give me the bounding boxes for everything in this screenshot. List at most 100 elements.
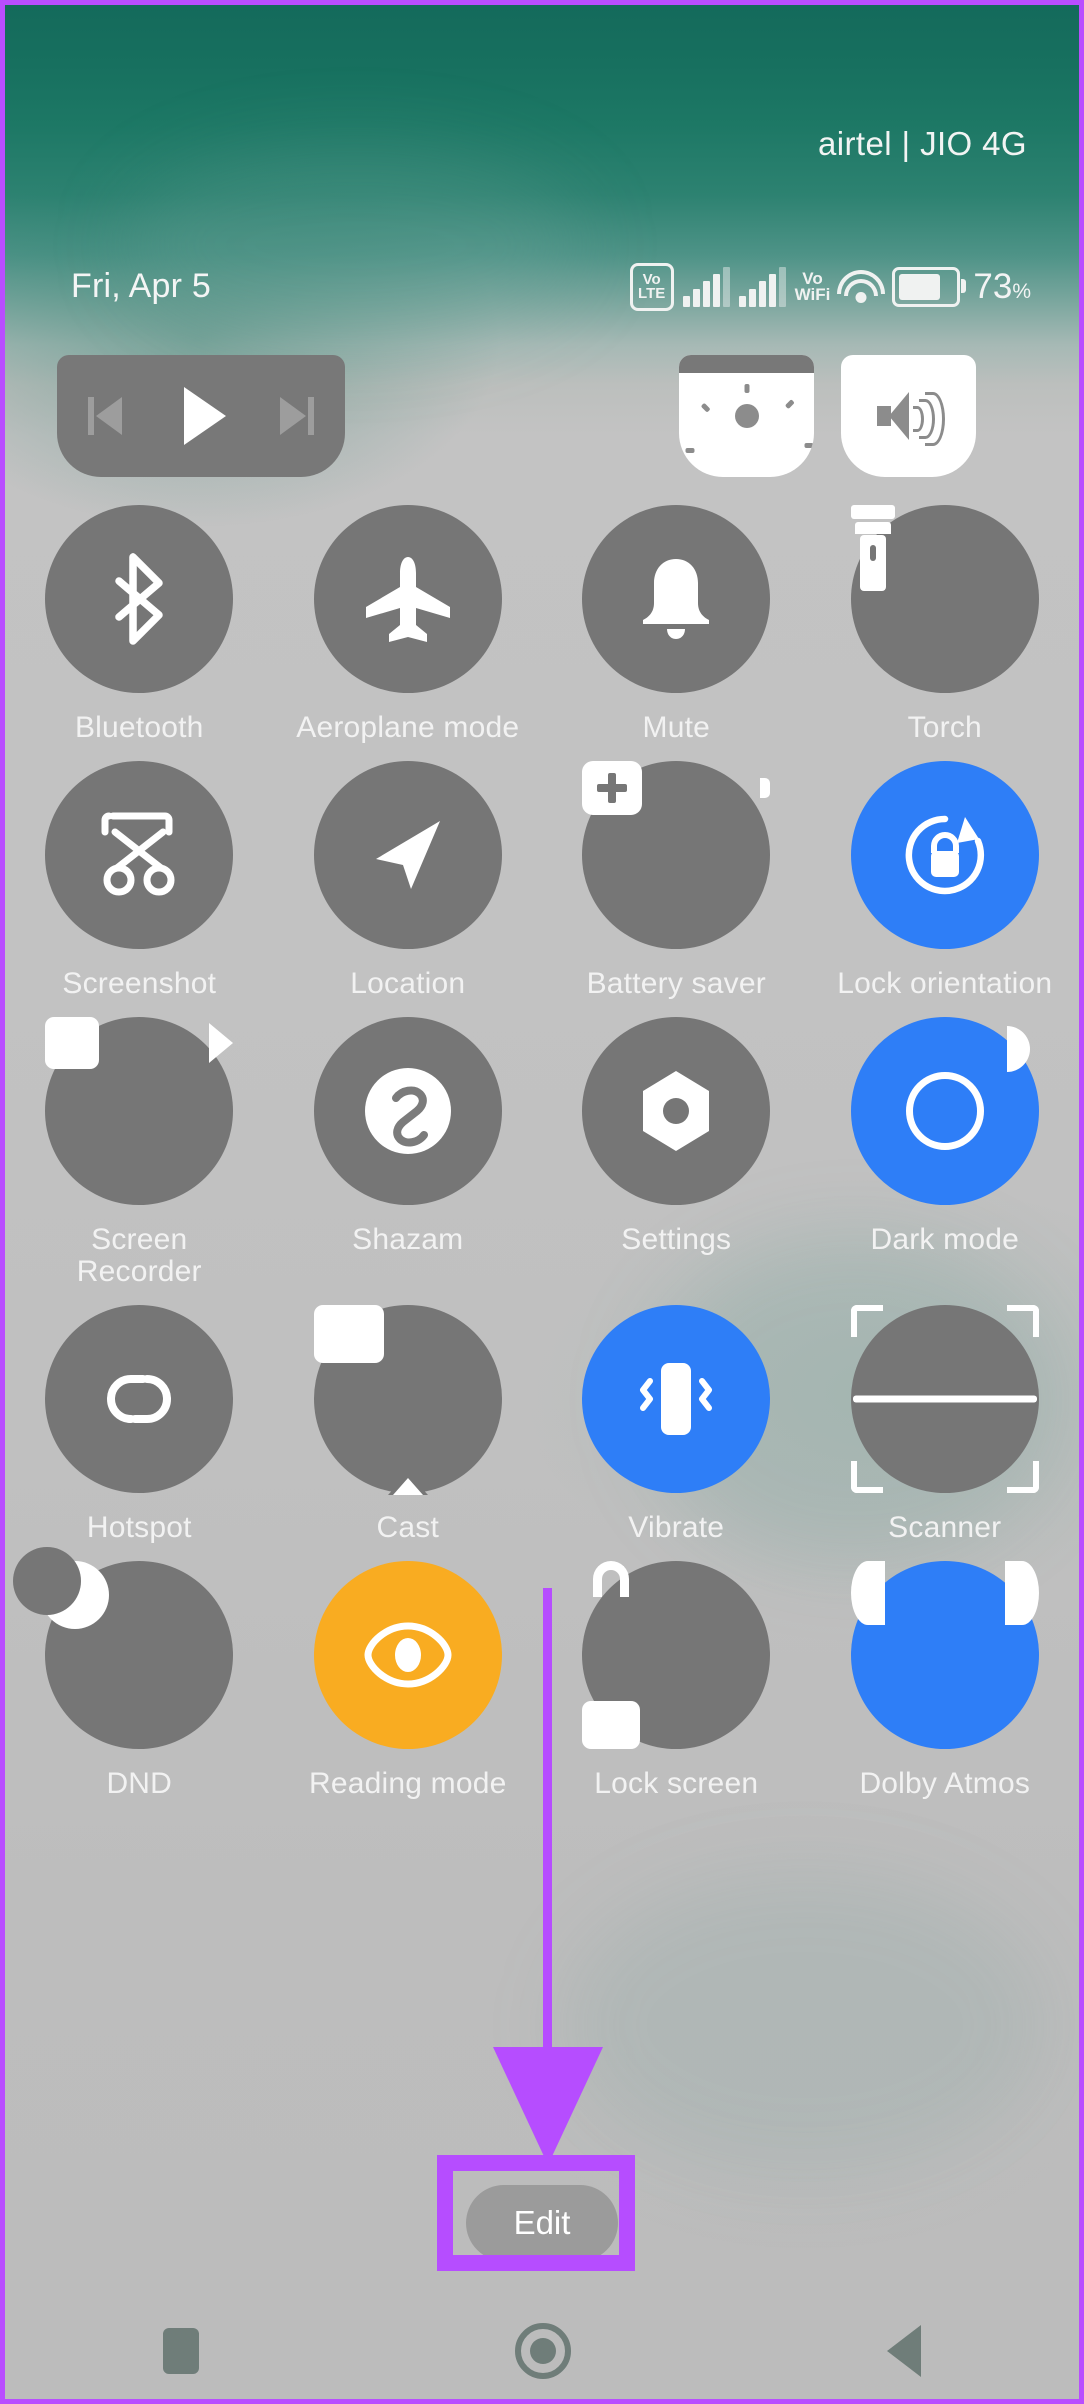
tile-label: Reading mode	[308, 1767, 507, 1801]
tile-torch[interactable]: Torch	[832, 505, 1058, 744]
volte-icon: Vo LTE	[629, 263, 674, 311]
signal-bars-sim2-icon	[738, 267, 786, 307]
tile-icon-circle	[582, 1561, 771, 1750]
date-label: Fri, Apr 5	[71, 267, 211, 305]
signal-bars-sim1-icon	[682, 267, 730, 307]
scissors-icon	[101, 812, 175, 896]
padlock-icon	[582, 1561, 705, 1750]
volume-slider[interactable]	[841, 355, 976, 477]
tile-label: Screenshot	[62, 967, 217, 1001]
speaker-icon	[876, 390, 945, 446]
system-icons: Vo LTE Vo WiFi 73%	[629, 263, 1031, 311]
tile-lock-screen[interactable]: Lock screen	[563, 1561, 789, 1800]
tile-dark-mode[interactable]: Dark mode	[832, 1017, 1058, 1288]
tile-reading-mode[interactable]: Reading mode	[295, 1561, 521, 1800]
annotation-arrow-shaft	[543, 1588, 552, 2058]
torch-icon	[850, 505, 967, 642]
tile-label: Lock screen	[594, 1767, 759, 1801]
tile-dolby-atmos[interactable]: Dolby Atmos	[832, 1561, 1058, 1800]
next-track-icon	[280, 397, 314, 435]
tile-label: Screen Recorder	[76, 1223, 202, 1289]
top-controls-row	[57, 355, 1037, 477]
gear-icon	[643, 1071, 710, 1152]
tile-scanner[interactable]: Scanner	[832, 1305, 1058, 1544]
tile-row: DND Reading mode Lock screen Dolby Atmos	[5, 1547, 1079, 1801]
tile-row: Screen Recorder Shazam Settings Dark mod…	[5, 1017, 1079, 1288]
tile-icon-circle	[850, 1017, 1039, 1206]
battery-percent-label: 73%	[973, 267, 1031, 306]
tile-icon-circle	[45, 1305, 234, 1494]
shazam-icon	[364, 1068, 451, 1155]
moon-icon	[13, 1547, 175, 1693]
bluetooth-icon	[115, 553, 163, 645]
tile-label: Battery saver	[586, 967, 766, 1001]
tile-screen-recorder[interactable]: Screen Recorder	[26, 1017, 252, 1288]
dolby-icon	[850, 1561, 1039, 1687]
tile-icon-circle	[313, 1561, 502, 1750]
bell-icon	[643, 559, 710, 639]
quick-settings-grid: Bluetooth Aeroplane mode Mute Torch Scre…	[5, 505, 1079, 1818]
battery-icon	[892, 267, 967, 307]
tile-icon-circle	[582, 505, 771, 693]
eye-icon	[364, 1622, 452, 1688]
previous-track-button[interactable]	[75, 387, 135, 445]
tile-aeroplane-mode[interactable]: Aeroplane mode	[295, 505, 521, 744]
status-bar: Fri, Apr 5 Vo LTE Vo WiFi 73%	[5, 263, 1079, 323]
recents-button[interactable]	[163, 2328, 199, 2374]
tile-lock-orientation[interactable]: Lock orientation	[832, 761, 1058, 1000]
tile-label: Lock orientation	[837, 967, 1053, 1001]
navigation-arrow-icon	[375, 821, 440, 890]
tile-hotspot[interactable]: Hotspot	[26, 1305, 252, 1544]
tile-icon-circle	[45, 1017, 234, 1206]
tile-label: Shazam	[352, 1223, 464, 1257]
tile-icon-circle	[850, 505, 1039, 693]
cast-icon	[313, 1305, 443, 1496]
link-icon	[107, 1375, 172, 1424]
tile-battery-saver[interactable]: Battery saver	[563, 761, 789, 1000]
tile-icon-circle	[45, 761, 234, 950]
volte-bottom-text: LTE	[638, 285, 666, 302]
navigation-bar	[5, 2303, 1079, 2399]
vibrate-icon	[640, 1363, 713, 1436]
tile-icon-circle	[313, 1017, 502, 1206]
tile-location[interactable]: Location	[295, 761, 521, 1000]
tile-label: Hotspot	[86, 1511, 192, 1545]
tile-bluetooth[interactable]: Bluetooth	[26, 505, 252, 744]
tile-mute[interactable]: Mute	[563, 505, 789, 744]
tile-icon-circle	[313, 505, 502, 693]
phone-screen: airtel | JIO 4G Fri, Apr 5 Vo LTE Vo WiF…	[0, 0, 1084, 2404]
brightness-slider[interactable]	[679, 355, 814, 477]
tile-icon-circle	[850, 1561, 1039, 1750]
sun-icon	[685, 384, 813, 453]
tile-label: Torch	[907, 711, 982, 744]
tile-shazam[interactable]: Shazam	[295, 1017, 521, 1288]
tile-icon-circle	[850, 1305, 1039, 1494]
play-icon	[184, 387, 226, 445]
next-track-button[interactable]	[267, 387, 327, 445]
tile-vibrate[interactable]: Vibrate	[563, 1305, 789, 1544]
tile-label: Dark mode	[870, 1223, 1020, 1257]
tile-icon-circle	[313, 761, 502, 950]
tile-dnd[interactable]: DND	[13, 1547, 252, 1801]
tile-label: Dolby Atmos	[859, 1767, 1031, 1801]
tile-label: Vibrate	[628, 1511, 725, 1545]
home-button[interactable]	[515, 2323, 571, 2379]
scan-frame-icon	[850, 1305, 1039, 1494]
tile-cast[interactable]: Cast	[295, 1305, 521, 1544]
tile-label: Cast	[376, 1511, 439, 1545]
tile-screenshot[interactable]: Screenshot	[26, 761, 252, 1000]
tile-label: DND	[106, 1767, 173, 1801]
tile-label: Mute	[642, 711, 710, 744]
media-player-card[interactable]	[57, 355, 345, 477]
tile-label: Scanner	[888, 1511, 1002, 1545]
back-button[interactable]	[887, 2325, 921, 2377]
battery-plus-icon	[582, 761, 771, 882]
tile-icon-circle	[45, 505, 234, 693]
annotation-highlight-box	[437, 2155, 635, 2271]
tile-label: Location	[350, 967, 466, 1001]
tile-settings[interactable]: Settings	[563, 1017, 789, 1288]
rotation-lock-icon	[905, 815, 984, 895]
play-button[interactable]	[171, 387, 231, 445]
vowifi-icon: Vo WiFi	[795, 270, 831, 303]
tile-label: Bluetooth	[74, 711, 204, 744]
